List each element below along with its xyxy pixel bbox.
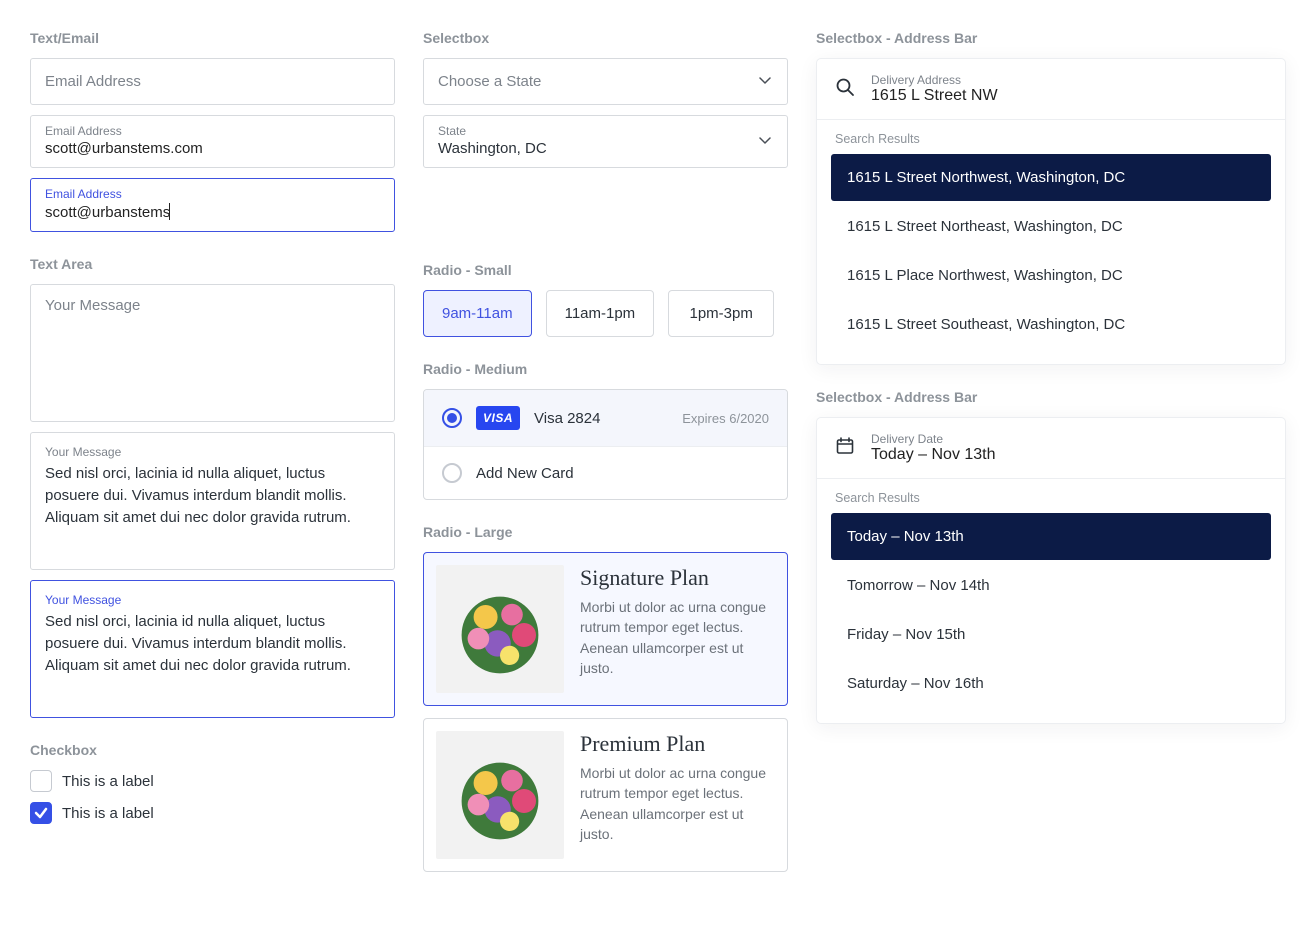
- date-bar-heading: Selectbox - Address Bar: [816, 389, 1286, 405]
- checkbox-checked[interactable]: [30, 802, 52, 824]
- field-label: State: [438, 124, 745, 138]
- radio-time-1[interactable]: 9am-11am: [423, 290, 532, 337]
- date-result[interactable]: Tomorrow – Nov 14th: [831, 562, 1271, 609]
- radio-small-heading: Radio - Small: [423, 262, 788, 278]
- date-result[interactable]: Today – Nov 13th: [831, 513, 1271, 560]
- address-result[interactable]: 1615 L Place Northwest, Washington, DC: [831, 252, 1271, 299]
- field-value: Today – Nov 13th: [871, 446, 996, 464]
- textarea-filled[interactable]: Your Message Sed nisl orci, lacinia id n…: [30, 432, 395, 570]
- email-filled-field[interactable]: Email Address scott@urbanstems.com: [30, 115, 395, 168]
- radio-plan-premium[interactable]: Premium Plan Morbi ut dolor ac urna cong…: [423, 718, 788, 872]
- text-cursor: [169, 203, 170, 220]
- address-result[interactable]: 1615 L Street Southeast, Washington, DC: [831, 301, 1271, 348]
- results-heading: Search Results: [817, 120, 1285, 154]
- radio-time-3[interactable]: 1pm-3pm: [668, 290, 774, 337]
- search-icon: [835, 77, 855, 101]
- radio-dot-icon: [442, 463, 462, 483]
- card-label: Visa 2824: [534, 410, 668, 427]
- textarea-focused[interactable]: Your Message Sed nisl orci, lacinia id n…: [30, 580, 395, 718]
- checkbox-unchecked[interactable]: [30, 770, 52, 792]
- email-empty-field[interactable]: Email Address: [30, 58, 395, 105]
- bouquet-image-icon: [436, 565, 564, 693]
- plan-desc: Morbi ut dolor ac urna congue rutrum tem…: [580, 597, 775, 678]
- field-value: scott@urbanstems.com: [45, 140, 203, 157]
- field-value: 1615 L Street NW: [871, 87, 998, 105]
- selectbox-heading: Selectbox: [423, 30, 788, 46]
- checkbox-label: This is a label: [62, 805, 154, 822]
- text-email-heading: Text/Email: [30, 30, 395, 46]
- radio-large-heading: Radio - Large: [423, 524, 788, 540]
- radio-add-card[interactable]: Add New Card: [424, 446, 787, 499]
- calendar-icon: [835, 436, 855, 460]
- field-label: Email Address: [45, 124, 380, 138]
- date-result[interactable]: Saturday – Nov 16th: [831, 660, 1271, 707]
- checkbox-label: This is a label: [62, 773, 154, 790]
- bouquet-image-icon: [436, 731, 564, 859]
- textarea-empty[interactable]: Your Message: [30, 284, 395, 422]
- placeholder-text: Choose a State: [438, 73, 541, 90]
- field-value: scott@urbanstems: [45, 204, 170, 221]
- radio-card-visa[interactable]: VISA Visa 2824 Expires 6/2020: [424, 390, 787, 446]
- radio-dot-icon: [442, 408, 462, 428]
- card-expiry: Expires 6/2020: [682, 411, 769, 426]
- add-card-label: Add New Card: [476, 465, 769, 482]
- checkbox-heading: Checkbox: [30, 742, 395, 758]
- field-value: Sed nisl orci, lacinia id nulla aliquet,…: [45, 463, 380, 528]
- placeholder-text: Your Message: [45, 297, 140, 314]
- plan-title: Premium Plan: [580, 731, 775, 757]
- radio-time-2[interactable]: 11am-1pm: [546, 290, 655, 337]
- placeholder-text: Email Address: [45, 73, 141, 90]
- date-input[interactable]: Delivery Date Today – Nov 13th: [817, 418, 1285, 479]
- date-search-card: Delivery Date Today – Nov 13th Search Re…: [816, 417, 1286, 724]
- field-label: Email Address: [45, 187, 380, 201]
- visa-badge-icon: VISA: [476, 406, 520, 430]
- results-heading: Search Results: [817, 479, 1285, 513]
- address-bar-heading: Selectbox - Address Bar: [816, 30, 1286, 46]
- radio-plan-signature[interactable]: Signature Plan Morbi ut dolor ac urna co…: [423, 552, 788, 706]
- field-label: Your Message: [45, 593, 380, 607]
- email-focused-field[interactable]: Email Address scott@urbanstems: [30, 178, 395, 232]
- address-search-card: Delivery Address 1615 L Street NW Search…: [816, 58, 1286, 365]
- field-value: Sed nisl orci, lacinia id nulla aliquet,…: [45, 611, 380, 676]
- address-input[interactable]: Delivery Address 1615 L Street NW: [817, 59, 1285, 120]
- radio-medium-heading: Radio - Medium: [423, 361, 788, 377]
- select-state-filled[interactable]: State Washington, DC: [423, 115, 788, 168]
- field-label: Delivery Address: [871, 73, 998, 87]
- select-state-empty[interactable]: Choose a State: [423, 58, 788, 105]
- textarea-heading: Text Area: [30, 256, 395, 272]
- plan-title: Signature Plan: [580, 565, 775, 591]
- address-result[interactable]: 1615 L Street Northeast, Washington, DC: [831, 203, 1271, 250]
- chevron-down-icon: [757, 72, 773, 92]
- plan-desc: Morbi ut dolor ac urna congue rutrum tem…: [580, 763, 775, 844]
- chevron-down-icon: [757, 132, 773, 152]
- address-result[interactable]: 1615 L Street Northwest, Washington, DC: [831, 154, 1271, 201]
- field-label: Your Message: [45, 445, 380, 459]
- field-label: Delivery Date: [871, 432, 996, 446]
- field-value: Washington, DC: [438, 140, 547, 157]
- date-result[interactable]: Friday – Nov 15th: [831, 611, 1271, 658]
